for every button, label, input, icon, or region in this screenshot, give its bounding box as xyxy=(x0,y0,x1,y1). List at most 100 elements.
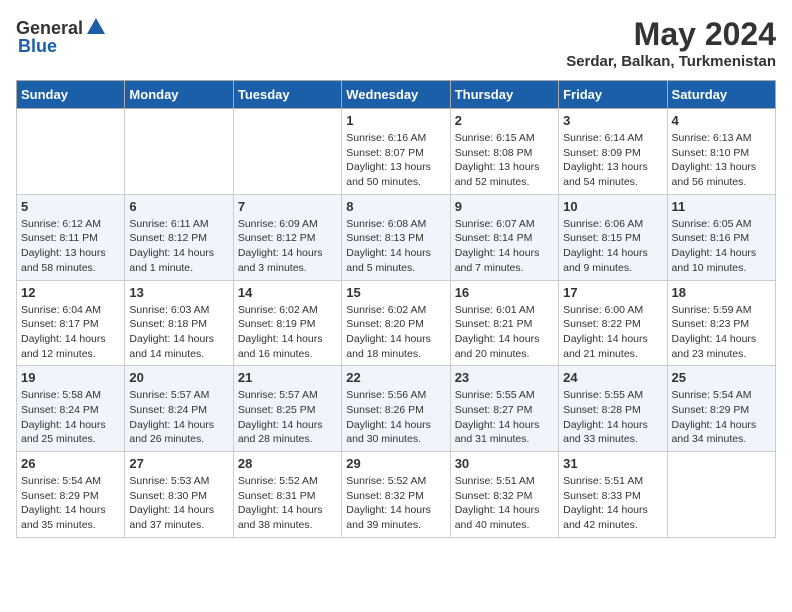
calendar-cell: 9 Sunrise: 6:07 AMSunset: 8:14 PMDaylight… xyxy=(450,194,558,280)
calendar-cell: 31Sunrise: 5:51 AMSunset: 8:33 PMDayligh… xyxy=(559,452,667,538)
day-info: Sunrise: 6:08 AMSunset: 8:13 PMDaylight:… xyxy=(346,217,445,276)
calendar-cell xyxy=(233,109,341,195)
calendar-cell: 3 Sunrise: 6:14 AMSunset: 8:09 PMDaylight… xyxy=(559,109,667,195)
day-number: 21 xyxy=(238,370,337,385)
day-header-wednesday: Wednesday xyxy=(342,81,450,109)
day-info: Sunrise: 6:04 AMSunset: 8:17 PMDaylight:… xyxy=(21,303,120,362)
day-info: Sunrise: 5:57 AMSunset: 8:25 PMDaylight:… xyxy=(238,388,337,447)
calendar-cell: 26 Sunrise: 5:54 AMSunset: 8:29 PMDayligh… xyxy=(17,452,125,538)
calendar-week-4: 19Sunrise: 5:58 AMSunset: 8:24 PMDayligh… xyxy=(17,366,776,452)
day-number: 10 xyxy=(563,199,662,214)
day-header-monday: Monday xyxy=(125,81,233,109)
day-info: Sunrise: 5:53 AMSunset: 8:30 PMDaylight:… xyxy=(129,474,228,533)
calendar-cell: 23 Sunrise: 5:55 AMSunset: 8:27 PMDayligh… xyxy=(450,366,558,452)
day-info: Sunrise: 6:07 AMSunset: 8:14 PMDaylight:… xyxy=(455,217,554,276)
day-number: 26 xyxy=(21,456,120,471)
day-info: Sunrise: 5:51 AMSunset: 8:32 PMDaylight:… xyxy=(455,474,554,533)
calendar-cell xyxy=(125,109,233,195)
calendar-cell: 17 Sunrise: 6:00 AMSunset: 8:22 PMDayligh… xyxy=(559,280,667,366)
calendar-cell: 13 Sunrise: 6:03 AMSunset: 8:18 PMDayligh… xyxy=(125,280,233,366)
day-info: Sunrise: 5:59 AMSunset: 8:23 PMDaylight:… xyxy=(672,303,771,362)
day-number: 17 xyxy=(563,285,662,300)
calendar-cell: 15 Sunrise: 6:02 AMSunset: 8:20 PMDayligh… xyxy=(342,280,450,366)
month-title: May 2024 xyxy=(566,16,776,53)
calendar-cell xyxy=(667,452,775,538)
calendar-week-1: 1 Sunrise: 6:16 AMSunset: 8:07 PMDaylight… xyxy=(17,109,776,195)
calendar-week-3: 12 Sunrise: 6:04 AMSunset: 8:17 PMDayligh… xyxy=(17,280,776,366)
calendar-cell: 27 Sunrise: 5:53 AMSunset: 8:30 PMDayligh… xyxy=(125,452,233,538)
calendar-cell: 12 Sunrise: 6:04 AMSunset: 8:17 PMDayligh… xyxy=(17,280,125,366)
day-number: 20 xyxy=(129,370,228,385)
calendar-cell: 6 Sunrise: 6:11 AMSunset: 8:12 PMDaylight… xyxy=(125,194,233,280)
calendar-cell: 25 Sunrise: 5:54 AMSunset: 8:29 PMDayligh… xyxy=(667,366,775,452)
day-number: 3 xyxy=(563,113,662,128)
calendar-cell: 5Sunrise: 6:12 AMSunset: 8:11 PMDaylight… xyxy=(17,194,125,280)
calendar-cell: 16Sunrise: 6:01 AMSunset: 8:21 PMDayligh… xyxy=(450,280,558,366)
day-number: 2 xyxy=(455,113,554,128)
day-info: Sunrise: 6:11 AMSunset: 8:12 PMDaylight:… xyxy=(129,217,228,276)
day-info: Sunrise: 6:03 AMSunset: 8:18 PMDaylight:… xyxy=(129,303,228,362)
day-number: 29 xyxy=(346,456,445,471)
day-number: 25 xyxy=(672,370,771,385)
location: Serdar, Balkan, Turkmenistan xyxy=(566,53,776,70)
logo: General Blue xyxy=(16,16,107,57)
day-info: Sunrise: 5:54 AMSunset: 8:29 PMDaylight:… xyxy=(21,474,120,533)
day-header-saturday: Saturday xyxy=(667,81,775,109)
day-number: 31 xyxy=(563,456,662,471)
calendar-table: SundayMondayTuesdayWednesdayThursdayFrid… xyxy=(16,80,776,538)
day-info: Sunrise: 6:14 AMSunset: 8:09 PMDaylight:… xyxy=(563,131,662,190)
day-number: 22 xyxy=(346,370,445,385)
day-info: Sunrise: 5:57 AMSunset: 8:24 PMDaylight:… xyxy=(129,388,228,447)
day-info: Sunrise: 6:05 AMSunset: 8:16 PMDaylight:… xyxy=(672,217,771,276)
day-number: 27 xyxy=(129,456,228,471)
day-info: Sunrise: 5:55 AMSunset: 8:27 PMDaylight:… xyxy=(455,388,554,447)
day-number: 13 xyxy=(129,285,228,300)
day-number: 5 xyxy=(21,199,120,214)
day-info: Sunrise: 5:58 AMSunset: 8:24 PMDaylight:… xyxy=(21,388,120,447)
day-number: 23 xyxy=(455,370,554,385)
calendar-cell: 19Sunrise: 5:58 AMSunset: 8:24 PMDayligh… xyxy=(17,366,125,452)
day-number: 12 xyxy=(21,285,120,300)
day-number: 28 xyxy=(238,456,337,471)
day-header-thursday: Thursday xyxy=(450,81,558,109)
day-info: Sunrise: 5:56 AMSunset: 8:26 PMDaylight:… xyxy=(346,388,445,447)
day-number: 8 xyxy=(346,199,445,214)
day-number: 7 xyxy=(238,199,337,214)
calendar-cell: 11 Sunrise: 6:05 AMSunset: 8:16 PMDayligh… xyxy=(667,194,775,280)
day-number: 6 xyxy=(129,199,228,214)
day-info: Sunrise: 6:15 AMSunset: 8:08 PMDaylight:… xyxy=(455,131,554,190)
day-info: Sunrise: 6:02 AMSunset: 8:20 PMDaylight:… xyxy=(346,303,445,362)
day-number: 18 xyxy=(672,285,771,300)
day-header-sunday: Sunday xyxy=(17,81,125,109)
calendar-cell: 1 Sunrise: 6:16 AMSunset: 8:07 PMDaylight… xyxy=(342,109,450,195)
day-info: Sunrise: 6:02 AMSunset: 8:19 PMDaylight:… xyxy=(238,303,337,362)
calendar-cell: 24Sunrise: 5:55 AMSunset: 8:28 PMDayligh… xyxy=(559,366,667,452)
logo-blue-text: Blue xyxy=(18,36,57,57)
calendar-cell: 2 Sunrise: 6:15 AMSunset: 8:08 PMDaylight… xyxy=(450,109,558,195)
calendar-cell: 4Sunrise: 6:13 AMSunset: 8:10 PMDaylight… xyxy=(667,109,775,195)
day-number: 14 xyxy=(238,285,337,300)
day-info: Sunrise: 6:00 AMSunset: 8:22 PMDaylight:… xyxy=(563,303,662,362)
calendar-cell: 7Sunrise: 6:09 AMSunset: 8:12 PMDaylight… xyxy=(233,194,341,280)
day-number: 15 xyxy=(346,285,445,300)
calendar-cell: 28 Sunrise: 5:52 AMSunset: 8:31 PMDayligh… xyxy=(233,452,341,538)
day-info: Sunrise: 5:55 AMSunset: 8:28 PMDaylight:… xyxy=(563,388,662,447)
calendar-week-5: 26 Sunrise: 5:54 AMSunset: 8:29 PMDayligh… xyxy=(17,452,776,538)
day-header-friday: Friday xyxy=(559,81,667,109)
day-number: 9 xyxy=(455,199,554,214)
day-info: Sunrise: 5:52 AMSunset: 8:31 PMDaylight:… xyxy=(238,474,337,533)
page-header: General Blue May 2024 Serdar, Balkan, Tu… xyxy=(16,16,776,70)
day-number: 1 xyxy=(346,113,445,128)
day-number: 4 xyxy=(672,113,771,128)
logo-icon xyxy=(85,16,107,38)
day-info: Sunrise: 6:16 AMSunset: 8:07 PMDaylight:… xyxy=(346,131,445,190)
day-info: Sunrise: 5:52 AMSunset: 8:32 PMDaylight:… xyxy=(346,474,445,533)
title-block: May 2024 Serdar, Balkan, Turkmenistan xyxy=(566,16,776,70)
calendar-cell: 8 Sunrise: 6:08 AMSunset: 8:13 PMDaylight… xyxy=(342,194,450,280)
day-number: 11 xyxy=(672,199,771,214)
calendar-header-row: SundayMondayTuesdayWednesdayThursdayFrid… xyxy=(17,81,776,109)
day-info: Sunrise: 5:54 AMSunset: 8:29 PMDaylight:… xyxy=(672,388,771,447)
calendar-cell: 21 Sunrise: 5:57 AMSunset: 8:25 PMDayligh… xyxy=(233,366,341,452)
calendar-cell: 20 Sunrise: 5:57 AMSunset: 8:24 PMDayligh… xyxy=(125,366,233,452)
calendar-cell: 29 Sunrise: 5:52 AMSunset: 8:32 PMDayligh… xyxy=(342,452,450,538)
